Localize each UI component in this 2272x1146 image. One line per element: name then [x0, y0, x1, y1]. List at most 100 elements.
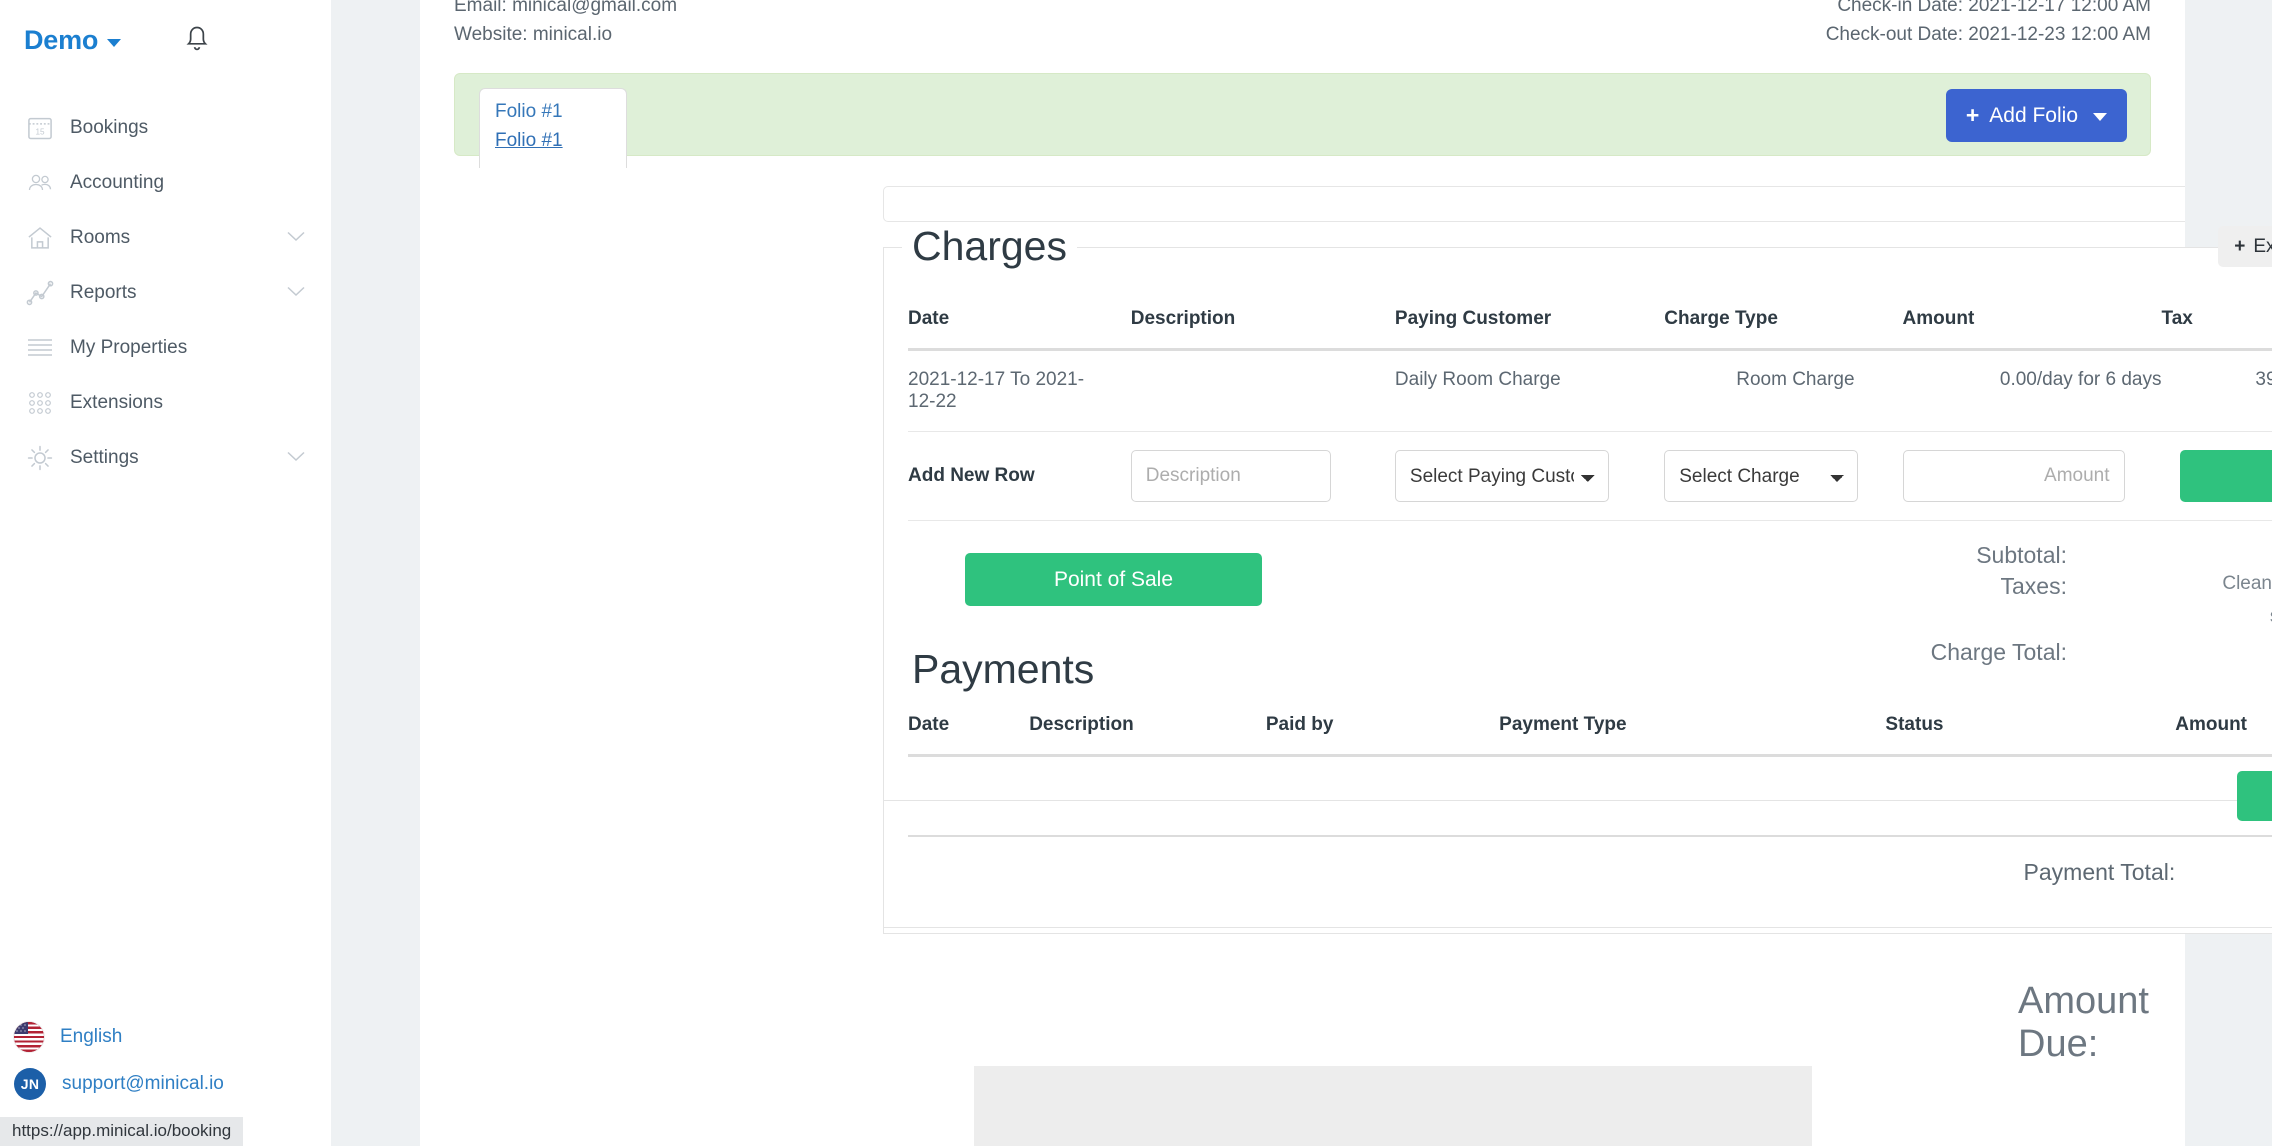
charge-description: [1131, 350, 1395, 432]
svg-text:15: 15: [35, 127, 45, 136]
col-payment-type: Payment Type: [1499, 704, 1797, 756]
gear-icon: [18, 444, 62, 472]
us-flag-icon: [14, 1022, 44, 1052]
charges-table-header-row: Date Description Paying Customer Charge …: [908, 298, 2272, 350]
charge-date: 2021-12-17 To 2021-12-22: [908, 350, 1131, 432]
folio-tab-link[interactable]: Folio #1: [495, 130, 626, 152]
payment-total-row: Payment Total: 0.00: [908, 836, 2272, 886]
charge-amount-input[interactable]: [1903, 450, 2125, 502]
chevron-down-icon: [287, 229, 305, 247]
content-card: Email: minical@gmail.com Website: minica…: [420, 0, 2185, 1146]
charge-type-select[interactable]: Select Charge: [1664, 450, 1858, 502]
col-paid-by: Paid by: [1266, 704, 1499, 756]
paying-customer-select[interactable]: Select Paying Customer: [1395, 450, 1609, 502]
col-status: Status: [1797, 704, 2175, 756]
users-icon: [18, 169, 62, 197]
charge-total-row: Charge Total: 390.00: [1703, 631, 2272, 666]
plus-icon: +: [2234, 236, 2245, 258]
brand-label: Demo: [24, 25, 98, 56]
subtotal-label: Subtotal:: [1703, 541, 2067, 570]
list-icon: [18, 337, 62, 359]
sidebar-item-accounting[interactable]: Accounting: [0, 155, 331, 210]
sidebar-item-label: Extensions: [70, 392, 163, 414]
point-of-sale-button[interactable]: Point of Sale: [965, 553, 1262, 606]
payments-table-header-row: Date Description Paid by Payment Type St…: [908, 704, 2272, 756]
caret-down-icon: [2093, 113, 2107, 121]
sidebar-item-label: My Properties: [70, 337, 187, 359]
sidebar-item-label: Settings: [70, 447, 139, 469]
col-description: Description: [1131, 298, 1395, 350]
folio-tab[interactable]: Folio #1 Folio #1: [479, 88, 627, 168]
calendar-icon: 15: [18, 114, 62, 142]
charge-charge-type: Room Charge: [1664, 350, 1902, 432]
add-payment-row: Add Payment: [908, 756, 2272, 837]
sidebar: Demo 15 Bookings: [0, 0, 331, 1146]
app-root: Demo 15 Bookings: [0, 0, 2272, 1146]
tax-line: Cleanning fee 390.00: [2067, 573, 2272, 595]
taxes-label: Taxes:: [1703, 570, 2067, 631]
checkout-date: Check-out Date: 2021-12-23 12:00 AM: [1826, 20, 2151, 49]
charge-paying-customer: Daily Room Charge: [1395, 350, 1664, 432]
sidebar-item-my-properties[interactable]: My Properties: [0, 320, 331, 375]
bottom-placeholder-block: [974, 1066, 1812, 1146]
charge-description-input[interactable]: [1131, 450, 1331, 502]
add-charge-button[interactable]: Add Charge: [2180, 450, 2272, 502]
folio-notes-strip: [883, 186, 2272, 222]
avatar: JN: [14, 1068, 46, 1100]
col-date: Date: [908, 298, 1131, 350]
sidebar-item-rooms[interactable]: Rooms: [0, 210, 331, 265]
payments-panel: Payments Date Description Paid by: [883, 800, 2272, 928]
sidebar-item-bookings[interactable]: 15 Bookings: [0, 100, 331, 155]
main-content: Email: minical@gmail.com Website: minica…: [331, 0, 2272, 1146]
sidebar-item-reports[interactable]: Reports: [0, 265, 331, 320]
subtotal-row: Subtotal: 0.00: [1703, 541, 2272, 570]
sidebar-item-label: Reports: [70, 282, 137, 304]
sidebar-item-label: Accounting: [70, 172, 164, 194]
stay-dates-block: Check-in Date: 2021-12-17 12:00 AM Check…: [1826, 0, 2151, 49]
add-folio-button[interactable]: + Add Folio: [1946, 89, 2127, 142]
sidebar-footer: English JN support@minical.io: [0, 1014, 331, 1108]
table-row[interactable]: 2021-12-17 To 2021-12-22 Daily Room Char…: [908, 350, 2272, 432]
col-date: Date: [908, 704, 1029, 756]
chevron-down-icon: [287, 449, 305, 467]
property-contact-block: Email: minical@gmail.com Website: minica…: [454, 0, 677, 49]
add-folio-label: Add Folio: [1989, 104, 2078, 128]
charge-total-value: 390.00: [2067, 631, 2272, 666]
chart-line-icon: [18, 279, 62, 307]
col-paying-customer: Paying Customer: [1395, 298, 1664, 350]
property-website: Website: minical.io: [454, 20, 677, 49]
charges-title: Charges: [902, 226, 1077, 267]
grid-dots-icon: [18, 390, 62, 416]
plus-icon: +: [1966, 104, 1979, 127]
sidebar-nav: 15 Bookings Accounting: [0, 100, 331, 485]
home-icon: [18, 224, 62, 252]
folio-bar: Folio #1 Folio #1 + Add Folio: [454, 73, 2151, 156]
folio-tab-title: Folio #1: [495, 101, 626, 123]
sidebar-header: Demo: [0, 0, 331, 62]
payment-total-label: Payment Total:: [1499, 836, 2175, 886]
sidebar-item-settings[interactable]: Settings: [0, 430, 331, 485]
col-charge-type: Charge Type: [1664, 298, 1902, 350]
taxes-row: Taxes: Cleanning fee 390.00 service tax …: [1703, 570, 2272, 631]
status-bar-url: https://app.minical.io/booking: [0, 1117, 243, 1146]
notifications-button[interactable]: [183, 25, 211, 55]
charge-total-label: Charge Total:: [1703, 631, 2067, 666]
sidebar-item-label: Rooms: [70, 227, 130, 249]
col-tax: Tax: [2162, 298, 2272, 350]
col-amount: Amount: [2175, 704, 2272, 756]
expand-all-button[interactable]: + Expand All: [2218, 226, 2272, 267]
add-payment-button[interactable]: Add Payment: [2237, 771, 2272, 821]
charges-totals: Subtotal: 0.00 Taxes: Cleanning fee 390.…: [1703, 541, 2272, 666]
add-new-row-label: Add New Row: [908, 432, 1131, 521]
support-email-label: support@minical.io: [62, 1073, 224, 1095]
sidebar-item-extensions[interactable]: Extensions: [0, 375, 331, 430]
charges-table: Date Description Paying Customer Charge …: [908, 298, 2272, 521]
support-link[interactable]: JN support@minical.io: [0, 1060, 331, 1108]
expand-collapse-group: + Expand All – Collapse All: [2218, 226, 2272, 267]
chevron-down-icon: [287, 284, 305, 302]
col-description: Description: [1029, 704, 1266, 756]
language-selector[interactable]: English: [0, 1014, 331, 1060]
sidebar-item-label: Bookings: [70, 117, 148, 139]
subtotal-value: 0.00: [2067, 541, 2272, 570]
brand-dropdown[interactable]: Demo: [24, 25, 121, 56]
